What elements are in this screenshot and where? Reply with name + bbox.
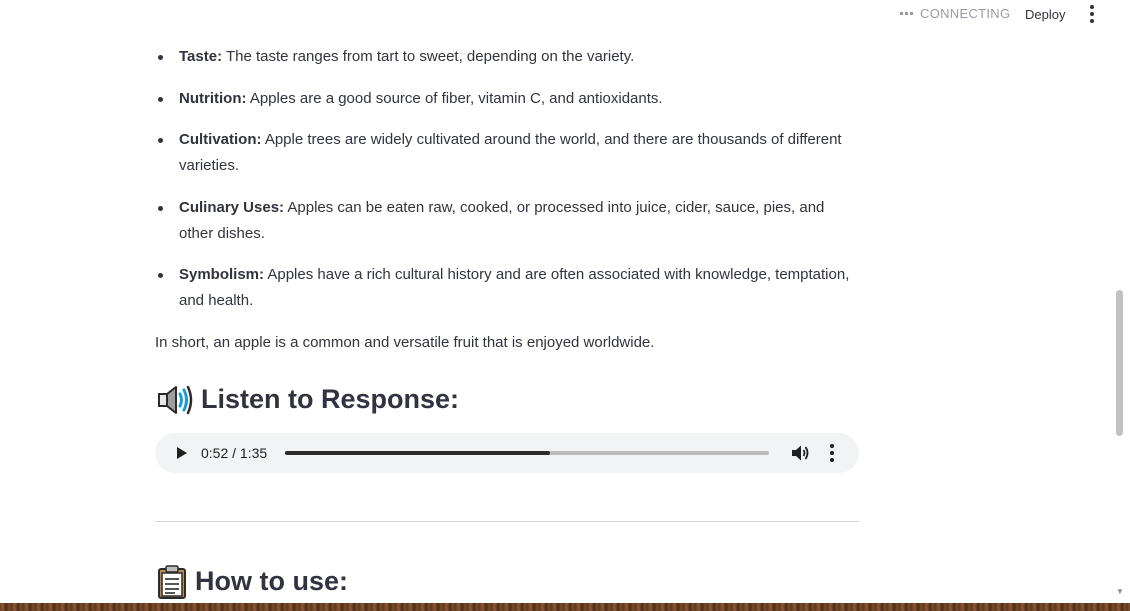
howto-heading: How to use: (155, 562, 348, 602)
list-item: Taste: The taste ranges from tart to swe… (158, 44, 859, 70)
list-item-text: Apple trees are widely cultivated around… (179, 131, 842, 174)
list-item-term: Cultivation: (179, 131, 262, 148)
howto-heading-text: How to use: (195, 566, 348, 597)
list-item: Symbolism: Apples have a rich cultural h… (158, 262, 859, 313)
status-dots-icon (900, 12, 913, 15)
audio-progress-fill (285, 451, 550, 455)
connection-status: CONNECTING (900, 6, 1010, 21)
list-item-text: Apples are a good source of fiber, vitam… (246, 90, 663, 107)
volume-icon[interactable] (791, 444, 810, 462)
status-text: CONNECTING (920, 6, 1011, 21)
audio-progress-slider[interactable] (285, 451, 769, 455)
speaker-icon (158, 385, 193, 415)
list-item-text: Apples have a rich cultural history and … (179, 266, 850, 309)
audio-time: 0:52 / 1:35 (201, 445, 268, 461)
app-window: CONNECTING Deploy Taste: The taste range… (0, 0, 1130, 603)
scroll-down-arrow-icon[interactable]: ▼ (1115, 588, 1125, 596)
scrollbar-thumb[interactable] (1116, 290, 1123, 436)
list-item-text: The taste ranges from tart to sweet, dep… (222, 48, 635, 65)
summary-text: In short, an apple is a common and versa… (155, 334, 655, 351)
audio-player[interactable]: 0:52 / 1:35 (155, 433, 859, 473)
listen-heading: Listen to Response: (155, 380, 459, 420)
list-item: Cultivation: Apple trees are widely cult… (158, 127, 859, 178)
list-item-term: Nutrition: (179, 90, 247, 107)
clipboard-icon (158, 565, 186, 599)
play-icon[interactable] (173, 445, 189, 461)
list-item-term: Taste: (179, 48, 223, 65)
kebab-menu-icon[interactable] (1082, 4, 1102, 24)
listen-heading-text: Listen to Response: (201, 384, 460, 415)
list-item-term: Symbolism: (179, 266, 265, 283)
section-divider (155, 521, 859, 522)
list-item-term: Culinary Uses: (179, 199, 285, 216)
list-item: Culinary Uses: Apples can be eaten raw, … (158, 195, 859, 246)
deploy-button[interactable]: Deploy (1016, 2, 1074, 26)
background-texture (0, 603, 1130, 611)
app-header: CONNECTING Deploy (0, 0, 1130, 28)
list-item: Nutrition: Apples are a good source of f… (158, 86, 859, 112)
more-options-icon[interactable] (825, 443, 839, 463)
